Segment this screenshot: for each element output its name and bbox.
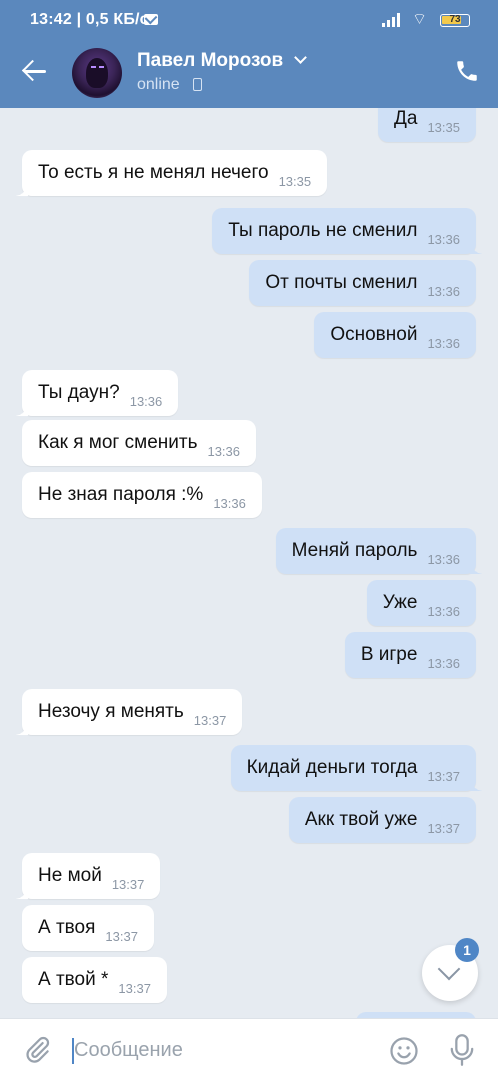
message-bubble[interactable]: Основной 13:36 [314,312,476,358]
chat-header: 13:42 | 0,5 КБ/с ⌔ 73 Павел Морозов onli… [0,0,498,108]
unread-badge: 1 [455,938,479,962]
message-composer [0,1018,498,1080]
status-time-speed: 13:42 | 0,5 КБ/с [30,11,149,28]
message-input[interactable] [74,1031,374,1069]
message-bubble[interactable]: Акк твой уже 13:37 [288,797,476,843]
message-bubble[interactable]: От почты сменил 13:36 [249,260,476,306]
attach-icon[interactable] [22,1035,52,1065]
mail-notification-icon [144,14,158,25]
microphone-icon[interactable] [448,1033,476,1067]
message-bubble[interactable]: Не зная пароля :% 13:36 [22,472,262,518]
message-bubble[interactable]: А твой * 13:37 [22,957,167,1003]
message-bubble[interactable]: Ты пароль не сменил 13:36 [212,208,484,254]
battery-level: 73 [449,14,461,25]
message-bubble[interactable]: Меняй пароль 13:36 [275,528,484,574]
message-bubble[interactable]: В игре 13:36 [344,632,476,678]
message-bubble[interactable]: Как я мог сменить 13:36 [22,420,257,466]
chevron-down-icon[interactable] [294,51,307,64]
emoji-icon[interactable] [389,1036,419,1066]
back-arrow-icon[interactable] [21,58,48,84]
chevron-down-icon [437,957,461,981]
call-icon[interactable] [454,58,480,84]
message-bubble[interactable]: А твоя 13:37 [22,905,154,951]
contact-name[interactable]: Павел Морозов [137,50,283,72]
contact-status: online [137,76,180,93]
message-bubble[interactable]: Ты даун? 13:36 [14,370,179,416]
message-bubble[interactable]: Да 13:35 [378,108,476,142]
mobile-phone-icon [193,78,202,91]
message-list[interactable]: Да 13:35 То есть я не менял нечего 13:35 Т… [0,108,498,1018]
message-bubble[interactable]: То есть я не менял нечего 13:35 [14,150,328,196]
status-bar: 13:42 | 0,5 КБ/с ⌔ 73 [0,0,498,40]
battery-icon: 73 [440,14,470,27]
message-bubble[interactable]: Не мой 13:37 [14,853,161,899]
avatar[interactable] [72,48,122,98]
signal-icon [382,13,402,27]
message-bubble[interactable]: Незочу я менять 13:37 [14,689,243,735]
wifi-icon: ⌔ [412,11,428,28]
message-bubble[interactable]: Уже 13:36 [366,580,476,626]
message-bubble[interactable]: Кидай деньги тогда 13:37 [230,745,484,791]
